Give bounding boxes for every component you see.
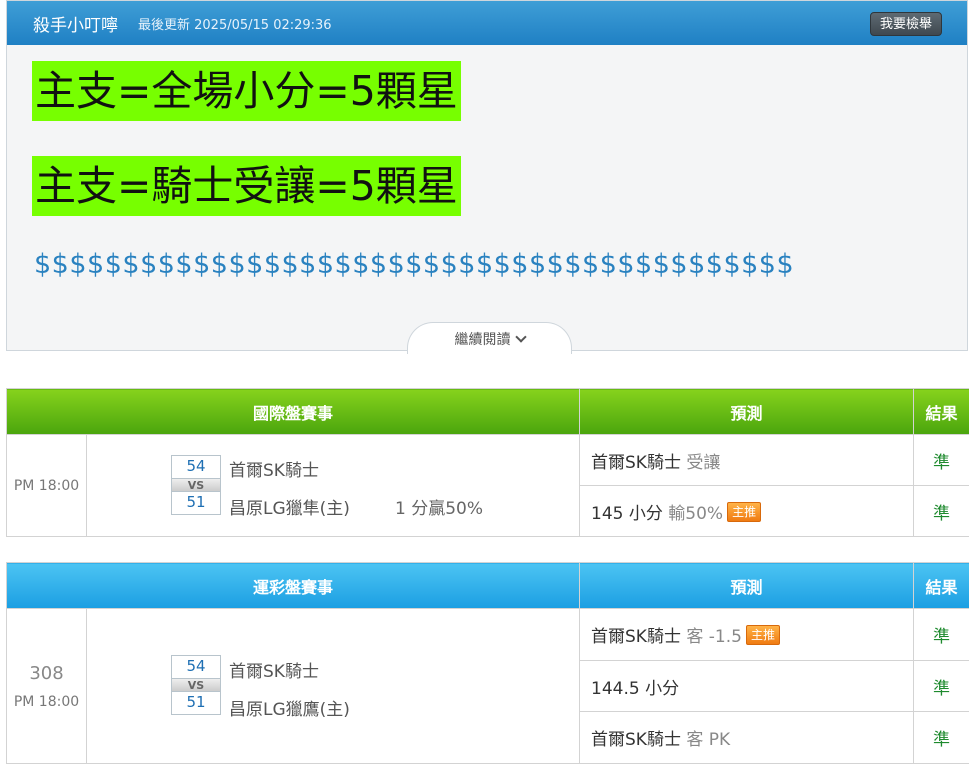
scoreboard: 54 VS 51: [171, 455, 221, 515]
result-cell: 準: [913, 660, 969, 712]
highlight-line-2: 主支=騎士受讓=5顆星: [32, 156, 461, 216]
game-code: 308: [29, 662, 64, 684]
vs-label: VS: [172, 478, 220, 492]
article-panel: 殺手小叮嚀 最後更新 2025/05/15 02:29:36 我要檢舉 主支=全…: [6, 0, 968, 354]
table-row: 308 PM 18:00 54 VS 51 首爾SK騎士 昌原LG獵鷹(主) 首…: [6, 608, 969, 764]
result-cell: 準: [913, 711, 969, 764]
vs-label: VS: [172, 678, 220, 692]
prediction-pick: 144.5 小分: [591, 678, 680, 699]
prediction-pick: 首爾SK騎士: [591, 452, 681, 473]
dollar-line: $$$$$$$$$$$$$$$$$$$$$$$$$$$$$$$$$$$$$$$$…: [34, 249, 795, 280]
match-cell: 54 VS 51 首爾SK騎士 昌原LG獵鷹(主): [85, 608, 581, 764]
match-time: PM 18:00: [13, 693, 80, 710]
prediction-detail: 客 PK: [686, 730, 731, 750]
prediction-detail: 客 -1.5: [686, 627, 742, 647]
continue-reading-button[interactable]: 繼續閱讀: [407, 322, 572, 354]
home-team[interactable]: 昌原LG獵鷹(主): [229, 695, 350, 720]
intl-header-row: 國際盤賽事 預測 結果: [5, 388, 969, 435]
result-cell: 準: [913, 485, 969, 537]
result-cell: 準: [913, 608, 969, 661]
prediction-cell: 首爾SK騎士 客 -1.5 主推: [579, 608, 915, 661]
article-header: 殺手小叮嚀 最後更新 2025/05/15 02:29:36 我要檢舉: [7, 1, 967, 45]
prediction-pick: 首爾SK騎士: [591, 730, 681, 750]
author-name[interactable]: 殺手小叮嚀: [33, 11, 118, 36]
spread-note: 1 分贏50%: [395, 499, 484, 519]
prediction-cell: 144.5 小分: [579, 660, 915, 712]
prediction-detail: 受讓: [686, 452, 721, 473]
prediction-cell: 首爾SK騎士 受讓: [579, 434, 915, 486]
result-cell: 準: [913, 434, 969, 486]
table-row: PM 18:00 54 VS 51 首爾SK騎士 昌原LG獵隼(主) 1 分贏5…: [6, 434, 969, 537]
featured-badge: 主推: [745, 625, 780, 645]
sports-table: 運彩盤賽事 預測 結果 308 PM 18:00 54 VS 51 首爾SK騎士…: [5, 562, 969, 764]
match-time-cell: 308 PM 18:00: [6, 608, 87, 764]
away-team[interactable]: 首爾SK騎士: [229, 456, 319, 481]
intl-table: 國際盤賽事 預測 結果 PM 18:00 54 VS 51 首爾SK騎士 昌原L…: [5, 388, 969, 537]
intl-result-header: 結果: [913, 388, 969, 435]
prediction-pick: 首爾SK騎士: [591, 627, 681, 647]
away-score: 54: [172, 456, 220, 478]
intl-event-header: 國際盤賽事: [5, 388, 581, 435]
prediction-cell: 145 小分 輸50% 主推: [579, 485, 915, 537]
prediction-pick: 145 小分: [591, 503, 663, 524]
scoreboard: 54 VS 51: [171, 655, 221, 715]
prediction-cell: 首爾SK騎士 客 PK: [579, 711, 915, 764]
intl-prediction-header: 預測: [579, 388, 915, 435]
sports-event-header: 運彩盤賽事: [5, 562, 581, 609]
report-button[interactable]: 我要檢舉: [869, 12, 942, 36]
home-score: 51: [172, 692, 220, 714]
sports-header-row: 運彩盤賽事 預測 結果: [5, 562, 969, 609]
match-time: PM 18:00: [6, 434, 87, 537]
highlight-line-1: 主支=全場小分=5顆星: [32, 61, 461, 121]
featured-badge: 主推: [727, 501, 762, 522]
away-score: 54: [172, 656, 220, 678]
prediction-detail: 輸50%: [668, 503, 724, 524]
last-updated: 最後更新 2025/05/15 02:29:36: [138, 17, 332, 33]
sports-prediction-header: 預測: [579, 562, 915, 609]
continue-reading-label: 繼續閱讀: [454, 332, 511, 348]
chevron-down-icon: [514, 331, 527, 343]
home-team[interactable]: 昌原LG獵隼(主): [229, 494, 350, 519]
home-score: 51: [172, 492, 220, 514]
sports-result-header: 結果: [913, 562, 969, 609]
away-team[interactable]: 首爾SK騎士: [229, 657, 319, 682]
match-cell: 54 VS 51 首爾SK騎士 昌原LG獵隼(主) 1 分贏50%: [85, 434, 581, 537]
